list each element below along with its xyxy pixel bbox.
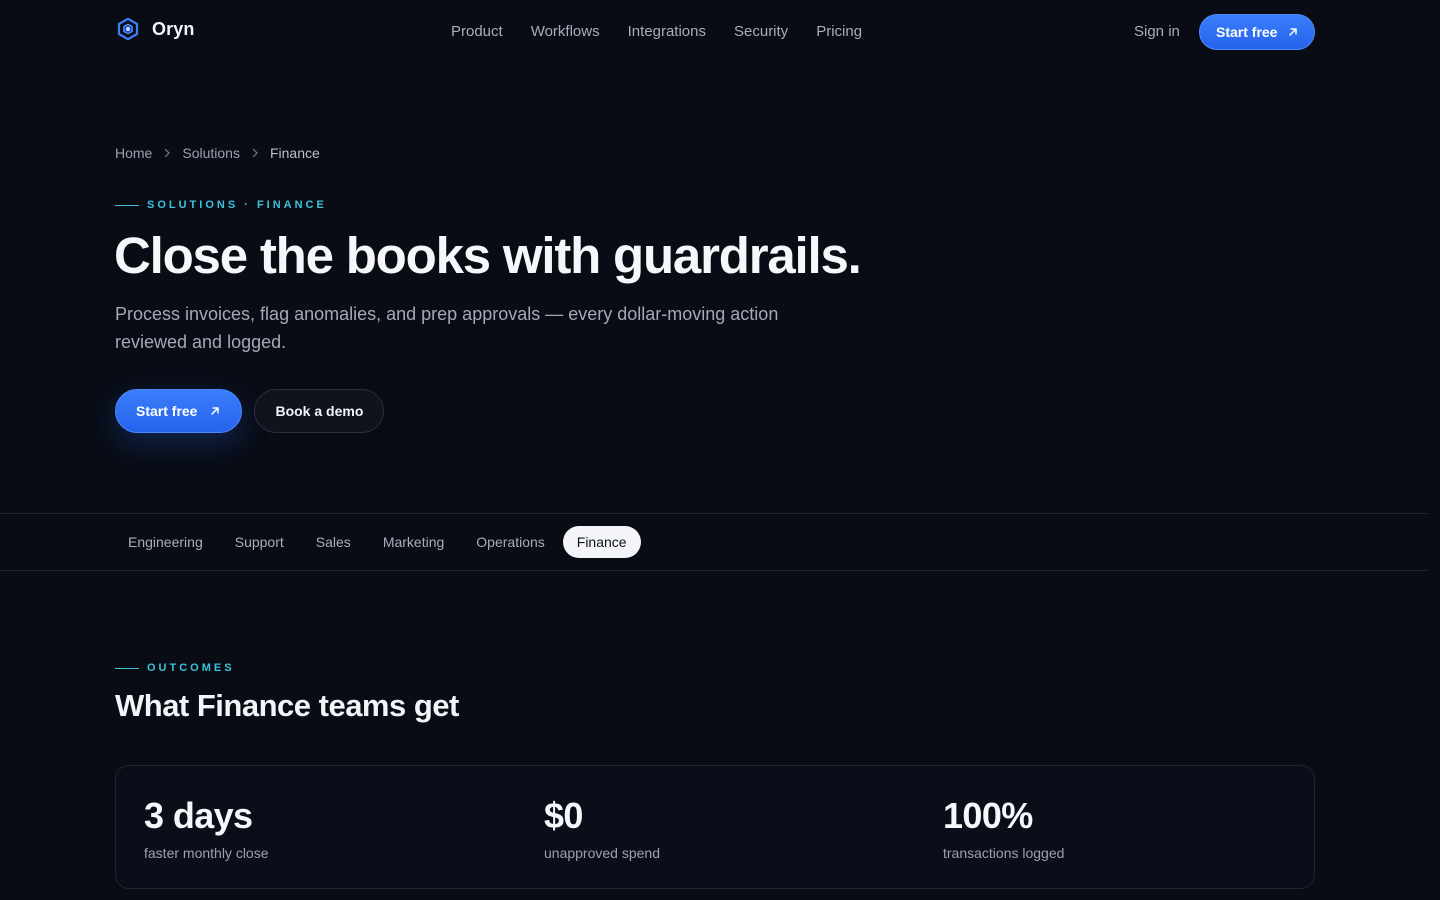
top-nav: Oryn Product Workflows Integrations Secu… [0, 0, 1440, 64]
sign-in-link[interactable]: Sign in [1134, 22, 1180, 42]
nav-link-workflows[interactable]: Workflows [531, 22, 600, 42]
hero-eyebrow: SOLUTIONS · FINANCE [115, 198, 327, 212]
stat-label: unapproved spend [544, 845, 660, 861]
hero-cta-group: Start free Book a demo [115, 389, 385, 433]
nav-start-free-label: Start free [1216, 24, 1278, 40]
hexagon-logo-icon [117, 17, 139, 41]
hero-eyebrow-text: SOLUTIONS · FINANCE [147, 199, 327, 211]
hero-title: Close the books with guardrails. [114, 227, 862, 284]
brand-name: Oryn [152, 18, 195, 39]
hero-start-free-button[interactable]: Start free [115, 389, 243, 433]
stat-item: $0 unapproved spend [544, 794, 660, 862]
department-tabs-bar: Engineering Support Sales Marketing Oper… [0, 513, 1428, 571]
nav-link-product[interactable]: Product [451, 22, 503, 42]
outcomes-eyebrow-text: OUTCOMES [147, 662, 235, 674]
primary-nav: Product Workflows Integrations Security … [451, 22, 862, 42]
hero-subtitle: Process invoices, flag anomalies, and pr… [115, 304, 779, 352]
tab-operations[interactable]: Operations [462, 526, 558, 558]
outcomes-eyebrow: OUTCOMES [115, 661, 235, 675]
stat-item: 100% transactions logged [943, 794, 1064, 862]
breadcrumb-finance: Finance [269, 145, 320, 161]
arrow-up-right-icon [211, 407, 220, 415]
stat-item: 3 days faster monthly close [144, 794, 269, 862]
tab-finance[interactable]: Finance [562, 526, 641, 558]
outcomes-title: What Finance teams get [115, 688, 459, 723]
page: Oryn Product Workflows Integrations Secu… [0, 0, 1440, 900]
nav-link-security[interactable]: Security [734, 22, 788, 42]
tab-sales[interactable]: Sales [302, 526, 365, 558]
hero-start-free-label: Start free [136, 403, 198, 419]
tab-support[interactable]: Support [221, 526, 298, 558]
stat-label: faster monthly close [144, 845, 269, 861]
nav-start-free-button[interactable]: Start free [1199, 14, 1315, 50]
book-demo-button[interactable]: Book a demo [254, 389, 385, 433]
breadcrumb-solutions[interactable]: Solutions [182, 144, 240, 162]
stat-label: transactions logged [943, 845, 1065, 861]
nav-link-integrations[interactable]: Integrations [628, 22, 706, 42]
arrow-up-right-icon [1289, 28, 1298, 36]
chevron-right-icon [252, 148, 258, 158]
breadcrumb: Home Solutions Finance [115, 144, 320, 162]
eyebrow-rule [115, 667, 139, 669]
stat-value: $0 [544, 795, 583, 836]
breadcrumb-home[interactable]: Home [115, 144, 152, 162]
nav-link-pricing[interactable]: Pricing [816, 22, 862, 42]
department-tabs: Engineering Support Sales Marketing Oper… [114, 526, 641, 558]
tab-engineering[interactable]: Engineering [114, 526, 217, 558]
chevron-right-icon [165, 148, 171, 158]
tab-marketing[interactable]: Marketing [369, 526, 458, 558]
eyebrow-rule [115, 204, 139, 206]
brand[interactable]: Oryn [116, 16, 194, 42]
stat-value: 100% [943, 795, 1033, 836]
stat-value: 3 days [144, 795, 253, 836]
outcomes-stats-card: 3 days faster monthly close $0 unapprove… [115, 765, 1315, 889]
